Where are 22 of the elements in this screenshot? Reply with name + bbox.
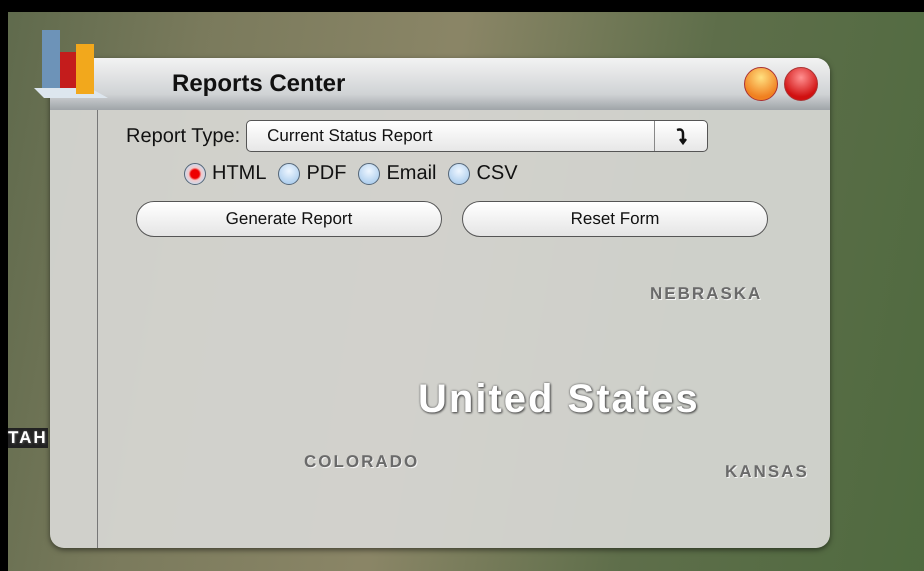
close-button[interactable]	[784, 67, 818, 101]
radio-label: CSV	[476, 162, 518, 185]
dropdown-arrow-icon	[675, 126, 688, 146]
map-label: United States	[418, 377, 700, 422]
map-label: COLORADO	[304, 452, 420, 472]
radio-button[interactable]	[278, 162, 300, 184]
radio-label: PDF	[306, 162, 346, 185]
map-label: TAH	[8, 428, 48, 448]
satellite-map[interactable]: Reports Center Report Type: Current Status Report HTML PDF Email CSV Generate Report Reset Form NEBRASKA United States TAH COLORADO KANSAS	[8, 12, 924, 571]
map-label: NEBRASKA	[650, 284, 762, 304]
minimize-button[interactable]	[744, 67, 778, 101]
reset-form-button[interactable]: Reset Form	[462, 201, 768, 237]
generate-report-button[interactable]: Generate Report	[136, 201, 442, 237]
map-label: KANSAS	[725, 462, 809, 482]
radio-label: HTML	[212, 162, 266, 185]
window-title: Reports Center	[172, 70, 346, 98]
radio-button[interactable]	[358, 162, 380, 184]
radio-button[interactable]	[448, 162, 470, 184]
radio-button[interactable]	[184, 162, 206, 184]
radio-label: Email	[386, 162, 436, 185]
report-type-dropdown[interactable]: Current Status Report	[246, 120, 708, 152]
report-type-label: Report Type:	[126, 124, 240, 148]
